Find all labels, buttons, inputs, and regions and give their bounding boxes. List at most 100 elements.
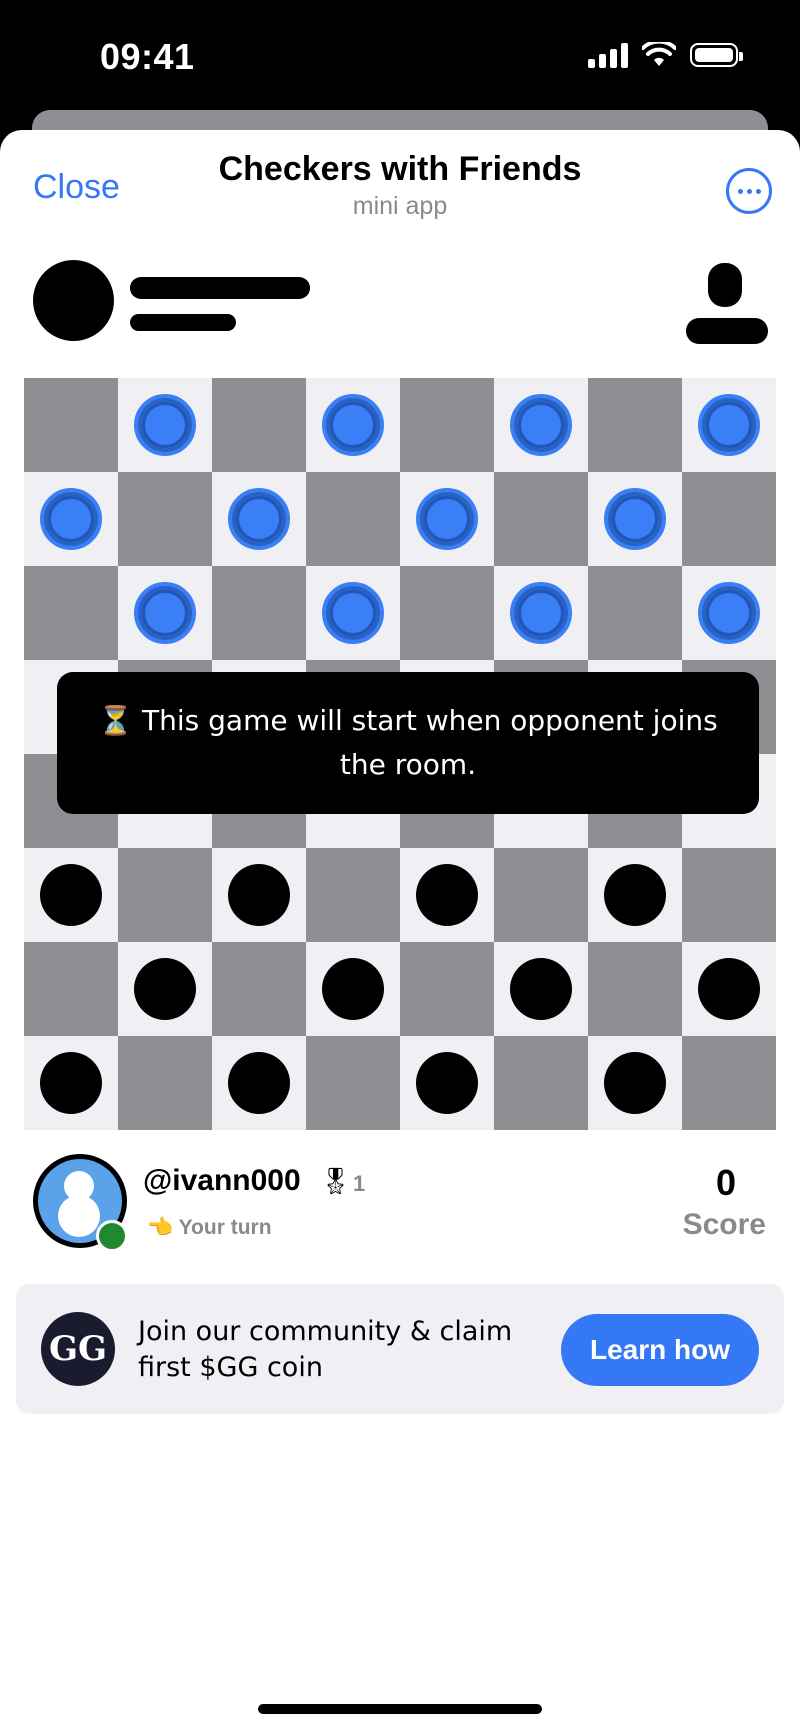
community-banner: GG Join our community & claim first $GG … (16, 1284, 784, 1414)
score-value: 0 (715, 1162, 736, 1203)
app-subtitle: mini app (352, 192, 448, 220)
board-square[interactable] (24, 942, 118, 1036)
blue-checker-piece[interactable] (228, 488, 290, 550)
board-square[interactable] (494, 848, 588, 942)
status-time: 09:41 (100, 36, 195, 77)
blue-checker-piece[interactable] (698, 394, 760, 456)
medal-count: 1 (353, 1171, 366, 1196)
board-square[interactable] (494, 1036, 588, 1130)
blue-checker-piece[interactable] (40, 488, 102, 550)
board-square[interactable] (588, 942, 682, 1036)
more-dot-icon (746, 188, 752, 194)
board-square[interactable] (682, 378, 776, 472)
black-checker-piece[interactable] (698, 958, 760, 1020)
more-dot-icon (737, 188, 743, 194)
board-square[interactable] (400, 1036, 494, 1130)
blue-checker-piece[interactable] (416, 488, 478, 550)
online-status-icon (96, 1220, 128, 1252)
board-square[interactable] (682, 942, 776, 1036)
black-checker-piece[interactable] (40, 1052, 102, 1114)
board-square[interactable] (24, 848, 118, 942)
more-options-button[interactable] (726, 168, 772, 214)
black-checker-piece[interactable] (228, 1052, 290, 1114)
board-square[interactable] (306, 472, 400, 566)
black-checker-piece[interactable] (40, 864, 102, 926)
battery-icon (690, 43, 743, 67)
learn-how-button[interactable]: Learn how (561, 1314, 759, 1386)
board-square[interactable] (306, 566, 400, 660)
board-square[interactable] (682, 566, 776, 660)
board-square[interactable] (24, 1036, 118, 1130)
board-square[interactable] (682, 848, 776, 942)
banner-text: Join our community & claim first $GG coi… (138, 1316, 513, 1383)
board-square[interactable] (212, 472, 306, 566)
opponent-avatar-placeholder (33, 260, 114, 341)
opponent-info-placeholder (130, 314, 236, 331)
board-square[interactable] (494, 378, 588, 472)
cellular-signal-icon (588, 42, 628, 68)
opponent-name-placeholder (130, 277, 310, 299)
board-square[interactable] (118, 566, 212, 660)
board-square[interactable] (212, 1036, 306, 1130)
board-square[interactable] (212, 566, 306, 660)
score-label: Score (682, 1208, 766, 1241)
board-square[interactable] (306, 848, 400, 942)
black-checker-piece[interactable] (416, 864, 478, 926)
board-square[interactable] (400, 378, 494, 472)
board-square[interactable] (588, 848, 682, 942)
turn-indicator: 👈 Your turn (147, 1216, 272, 1239)
board-square[interactable] (494, 566, 588, 660)
black-checker-piece[interactable] (604, 1052, 666, 1114)
blue-checker-piece[interactable] (510, 394, 572, 456)
blue-checker-piece[interactable] (134, 582, 196, 644)
board-square[interactable] (494, 942, 588, 1036)
board-square[interactable] (588, 472, 682, 566)
blue-checker-piece[interactable] (698, 582, 760, 644)
board-square[interactable] (588, 566, 682, 660)
mini-app-sheet: Close Checkers with Friends mini app ⏳ T… (0, 130, 800, 1734)
board-square[interactable] (24, 566, 118, 660)
board-square[interactable] (400, 848, 494, 942)
wifi-icon (642, 42, 676, 66)
board-square[interactable] (400, 472, 494, 566)
blue-checker-piece[interactable] (604, 488, 666, 550)
board-square[interactable] (118, 472, 212, 566)
board-square[interactable] (306, 1036, 400, 1130)
board-square[interactable] (306, 942, 400, 1036)
board-square[interactable] (212, 378, 306, 472)
board-square[interactable] (400, 566, 494, 660)
player-avatar[interactable] (33, 1154, 128, 1252)
board-square[interactable] (118, 942, 212, 1036)
board-square[interactable] (118, 378, 212, 472)
board-square[interactable] (494, 472, 588, 566)
black-checker-piece[interactable] (228, 864, 290, 926)
black-checker-piece[interactable] (134, 958, 196, 1020)
blue-checker-piece[interactable] (322, 582, 384, 644)
app-title: Checkers with Friends (218, 150, 582, 188)
board-square[interactable] (212, 848, 306, 942)
board-square[interactable] (588, 1036, 682, 1130)
board-square[interactable] (118, 1036, 212, 1130)
board-square[interactable] (682, 472, 776, 566)
opponent-person-icon (684, 263, 768, 347)
board-square[interactable] (118, 848, 212, 942)
black-checker-piece[interactable] (322, 958, 384, 1020)
more-dot-icon (755, 188, 761, 194)
board-square[interactable] (682, 1036, 776, 1130)
player-username[interactable]: @ivann000 (143, 1164, 301, 1198)
board-square[interactable] (24, 378, 118, 472)
waiting-message: ⏳ This game will start when opponent joi… (57, 672, 759, 814)
board-square[interactable] (400, 942, 494, 1036)
board-square[interactable] (212, 942, 306, 1036)
board-square[interactable] (306, 378, 400, 472)
status-icons (588, 42, 743, 68)
black-checker-piece[interactable] (604, 864, 666, 926)
board-square[interactable] (24, 472, 118, 566)
black-checker-piece[interactable] (416, 1052, 478, 1114)
board-square[interactable] (588, 378, 682, 472)
blue-checker-piece[interactable] (134, 394, 196, 456)
blue-checker-piece[interactable] (322, 394, 384, 456)
black-checker-piece[interactable] (510, 958, 572, 1020)
status-bar: 09:41 (0, 0, 800, 110)
blue-checker-piece[interactable] (510, 582, 572, 644)
